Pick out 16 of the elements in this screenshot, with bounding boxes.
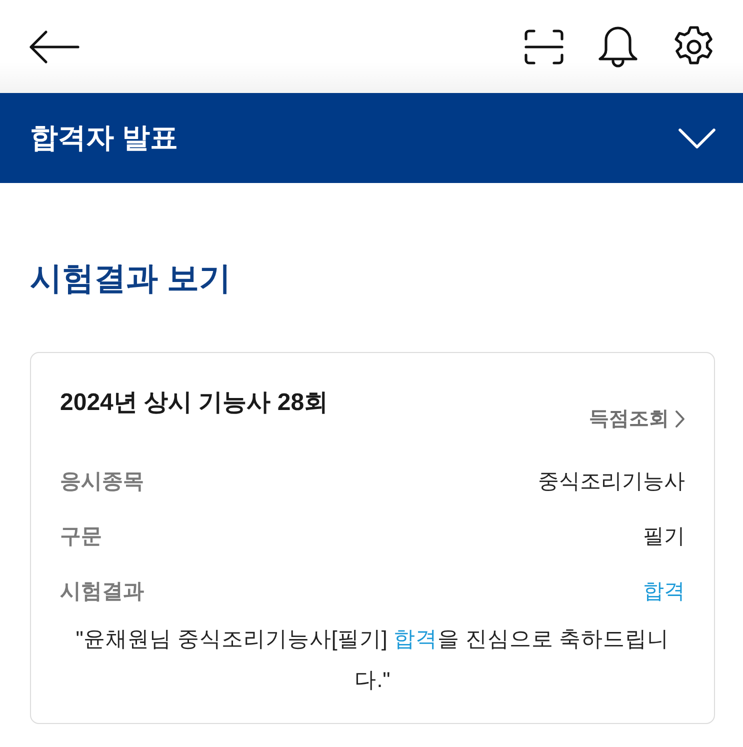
section-bar[interactable]: 합격자 발표: [0, 93, 743, 183]
field-value: 중식조리기능사: [538, 469, 685, 496]
field-value: 필기: [643, 524, 685, 550]
field-label: 응시종목: [60, 469, 144, 496]
scan-icon[interactable]: [524, 28, 564, 64]
chevron-right-icon: [675, 410, 685, 428]
bell-icon[interactable]: [598, 26, 638, 68]
field-label: 시험결과: [60, 579, 144, 606]
section-heading: 시험결과 보기: [30, 259, 231, 298]
field-label: 구문: [60, 524, 102, 550]
exam-title: 2024년 상시 기능사 28회: [60, 389, 328, 418]
chevron-icon[interactable]: [678, 128, 716, 148]
field-value: 합격: [643, 579, 685, 606]
score-inquiry-link[interactable]: 득점조회: [589, 407, 685, 432]
back-arrow-icon[interactable]: [28, 30, 80, 64]
congratulation-message: "윤채원님 중식조리기능사[필기] 합격 을 진심으로 축하드립니다.": [74, 626, 670, 694]
